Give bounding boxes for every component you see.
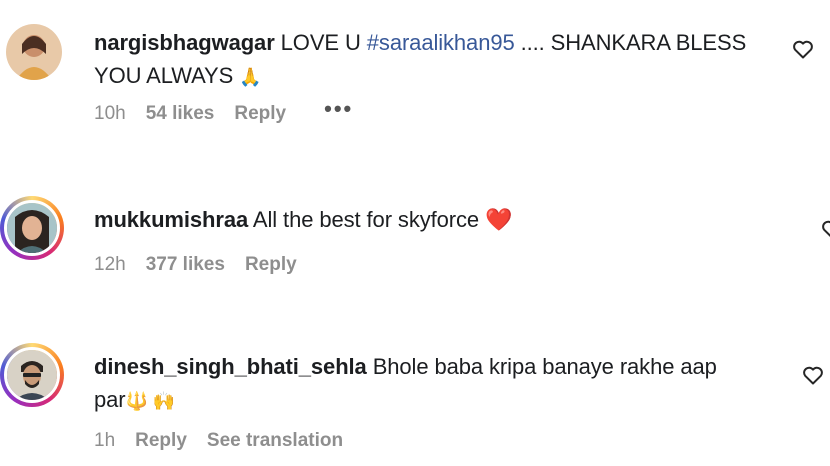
see-translation-link[interactable]: See translation bbox=[207, 430, 343, 452]
heart-icon[interactable] bbox=[820, 217, 830, 241]
comment-text: nargisbhagwagar LOVE U #saraalikhan95 ..… bbox=[94, 26, 746, 94]
hashtag-link[interactable]: #saraalikhan95 bbox=[367, 30, 515, 55]
heart-icon[interactable] bbox=[801, 363, 825, 387]
reply-button[interactable]: Reply bbox=[245, 254, 297, 276]
comment-time: 1h bbox=[94, 430, 116, 451]
avatar[interactable] bbox=[0, 196, 64, 260]
comment-body-cont: .... SHANKARA BLESS bbox=[514, 30, 747, 55]
avatar[interactable] bbox=[0, 343, 64, 407]
more-options-icon[interactable]: ••• bbox=[324, 96, 353, 122]
heart-icon[interactable] bbox=[791, 37, 815, 61]
comment-username[interactable]: dinesh_singh_bhati_sehla bbox=[94, 354, 367, 379]
comment-time: 10h bbox=[94, 103, 126, 124]
comment-body: LOVE U bbox=[274, 30, 367, 55]
emoji: ❤️ bbox=[485, 207, 513, 232]
comment-text: mukkumishraa All the best for skyforce ❤… bbox=[94, 203, 512, 236]
reply-button[interactable]: Reply bbox=[234, 103, 286, 125]
comment-meta: 1h Reply See translation bbox=[94, 430, 363, 452]
emoji: 🙏 bbox=[239, 67, 262, 87]
likes-count[interactable]: 54 likes bbox=[146, 103, 215, 125]
emoji: 🔱 🙌 bbox=[125, 391, 176, 411]
comment-username[interactable]: nargisbhagwagar bbox=[94, 30, 275, 55]
avatar-image bbox=[4, 200, 60, 256]
comment-text: dinesh_singh_bhati_sehla Bhole baba krip… bbox=[94, 350, 717, 418]
avatar-image bbox=[6, 24, 62, 80]
avatar-image bbox=[4, 347, 60, 403]
comment-body: All the best for skyforce bbox=[248, 207, 480, 232]
avatar[interactable] bbox=[6, 24, 62, 80]
likes-count[interactable]: 377 likes bbox=[146, 254, 225, 276]
comment-meta: 10h 54 likes Reply ••• bbox=[94, 96, 373, 125]
reply-button[interactable]: Reply bbox=[135, 430, 187, 452]
comment-username[interactable]: mukkumishraa bbox=[94, 207, 248, 232]
comment-meta: 12h 377 likes Reply bbox=[94, 254, 317, 276]
comment-body-line2: YOU ALWAYS bbox=[94, 63, 234, 88]
comment-body: Bhole baba kripa banaye rakhe aap bbox=[366, 354, 717, 379]
comment-body-line2: par bbox=[94, 387, 126, 412]
comment-time: 12h bbox=[94, 254, 126, 275]
